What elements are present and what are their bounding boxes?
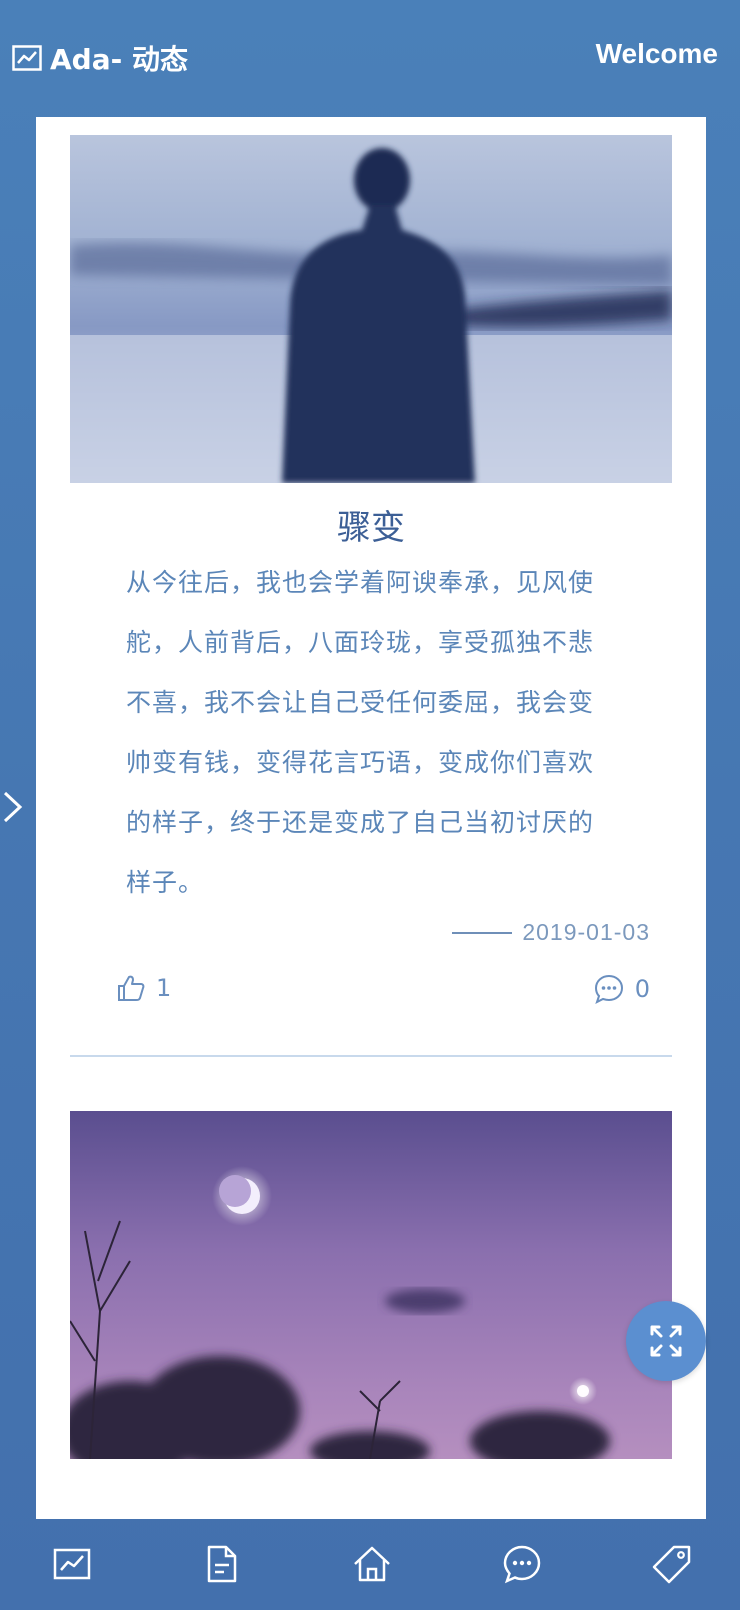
chat-bubble-icon — [503, 1545, 541, 1584]
expand-fab-button[interactable] — [626, 1301, 706, 1381]
post-item — [70, 1111, 672, 1491]
tag-icon — [652, 1545, 691, 1584]
document-icon — [207, 1545, 237, 1583]
post-date-text: 2019-01-03 — [522, 919, 650, 945]
nav-tab-articles[interactable] — [200, 1542, 244, 1586]
top-bar: Ada- 动态 Welcome — [0, 0, 740, 112]
nav-tab-home[interactable] — [350, 1542, 394, 1586]
nav-tab-messages[interactable] — [500, 1542, 544, 1586]
nav-tab-stats[interactable] — [50, 1542, 94, 1586]
post-image-blurred-figure[interactable] — [70, 135, 672, 483]
post-divider — [70, 1055, 672, 1057]
post-content: 从今往后，我也会学着阿谀奉承，见风使舵，人前背后，八面玲珑，享受孤独不悲不喜，我… — [126, 568, 595, 897]
sidebar-toggle-chevron-right-icon[interactable] — [2, 790, 24, 828]
feed-card: 骤变 从今往后，我也会学着阿谀奉承，见风使舵，人前背后，八面玲珑，享受孤独不悲不… — [36, 117, 706, 1519]
chart-line-icon — [12, 45, 42, 71]
post-image-night-sky[interactable] — [70, 1111, 672, 1459]
app-brand[interactable]: Ada- 动态 — [12, 38, 188, 78]
home-icon — [354, 1546, 390, 1582]
expand-icon — [650, 1325, 682, 1357]
thumbs-up-icon — [118, 975, 145, 1001]
chat-bubble-icon — [594, 974, 623, 1004]
app-title: Ada- 动态 — [50, 43, 188, 76]
like-button[interactable]: 1 — [116, 973, 171, 1003]
comment-count: 0 — [634, 975, 650, 1003]
post-date: 2019-01-03 — [452, 919, 650, 946]
nav-tab-tags[interactable] — [650, 1542, 694, 1586]
bottom-nav — [0, 1522, 740, 1610]
comment-button[interactable]: 0 — [593, 973, 650, 1005]
date-dash-divider — [452, 931, 513, 934]
chart-line-icon — [53, 1548, 91, 1580]
welcome-label[interactable]: Welcome — [596, 38, 718, 70]
like-count: 1 — [156, 974, 172, 1002]
post-title[interactable]: 骤变 — [70, 500, 672, 549]
post-item: 骤变 从今往后，我也会学着阿谀奉承，见风使舵，人前背后，八面玲珑，享受孤独不悲不… — [70, 135, 672, 1075]
